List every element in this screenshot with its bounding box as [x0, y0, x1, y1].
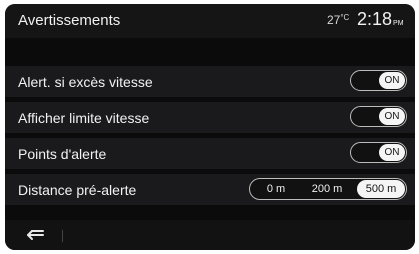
back-arrow-icon: [27, 230, 44, 240]
speed-limit-display-toggle[interactable]: ON: [350, 106, 407, 127]
clock-display: 2:18PM: [357, 9, 404, 30]
temperature-display: 27°C: [327, 13, 349, 27]
warnings-screen: Avertissements 27°C 2:18PM Alert. si exc…: [5, 4, 415, 250]
settings-row-speeding-alert: Alert. si excès vitesse ON: [5, 66, 415, 97]
footer-bar: [5, 220, 415, 250]
clock-time: 2:18: [357, 9, 393, 29]
settings-row-pre-alert-distance: Distance pré-alerte 0 m 200 m 500 m: [5, 174, 415, 205]
footer-divider: [62, 230, 63, 242]
speeding-alert-toggle-state: ON: [379, 72, 405, 89]
temperature-value: 27: [327, 13, 341, 27]
distance-option-200m[interactable]: 200 m: [302, 179, 352, 199]
temperature-unit: °C: [340, 13, 350, 22]
alert-points-toggle-state: ON: [379, 144, 405, 161]
alert-points-label: Points d'alerte: [18, 146, 107, 162]
distance-option-0m[interactable]: 0 m: [256, 179, 296, 199]
settings-row-alert-points: Points d'alerte ON: [5, 138, 415, 169]
pre-alert-distance-label: Distance pré-alerte: [18, 182, 137, 198]
page-title: Avertissements: [18, 12, 121, 29]
speed-limit-display-label: Afficher limite vitesse: [18, 110, 150, 126]
settings-row-speed-limit-display: Afficher limite vitesse ON: [5, 102, 415, 133]
speeding-alert-toggle[interactable]: ON: [350, 70, 407, 91]
header-bar: Avertissements 27°C 2:18PM: [5, 4, 415, 38]
distance-option-500m[interactable]: 500 m: [357, 180, 405, 198]
pre-alert-distance-selector: 0 m 200 m 500 m: [249, 178, 407, 200]
speeding-alert-label: Alert. si excès vitesse: [18, 74, 153, 90]
clock-ampm: PM: [393, 20, 404, 27]
back-button[interactable]: [23, 225, 49, 245]
alert-points-toggle[interactable]: ON: [350, 142, 407, 163]
speed-limit-display-toggle-state: ON: [379, 108, 405, 125]
